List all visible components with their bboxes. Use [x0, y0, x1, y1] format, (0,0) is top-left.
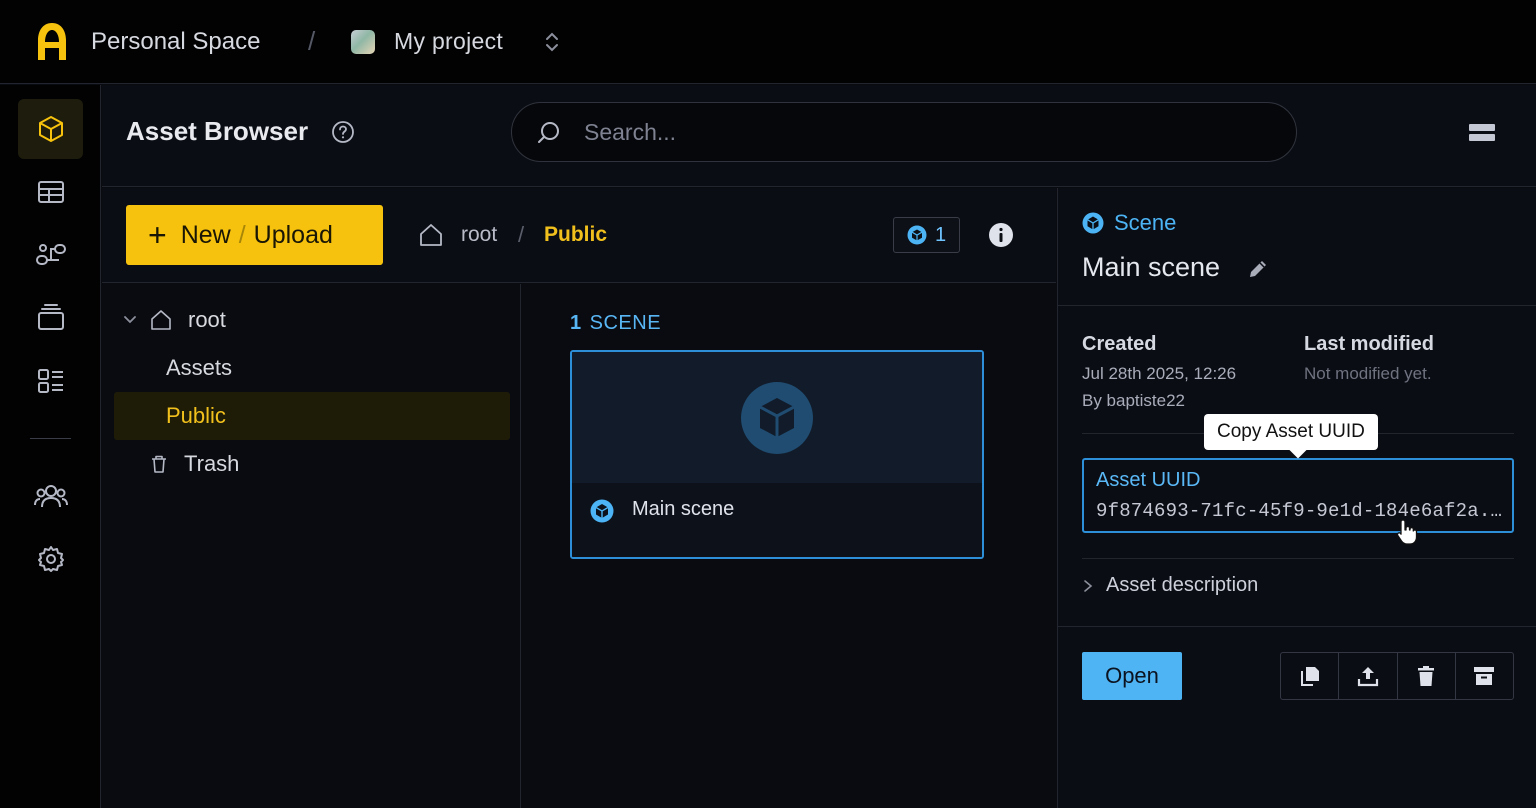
- nav-settings[interactable]: [18, 529, 83, 589]
- gear-icon: [37, 546, 64, 572]
- scene-icon: [741, 381, 813, 454]
- nav-assets[interactable]: [18, 99, 83, 159]
- users-icon: [33, 485, 68, 508]
- delete-button[interactable]: [1398, 653, 1456, 699]
- asset-type-label: Scene: [1114, 210, 1177, 235]
- archive-icon: [1474, 667, 1495, 685]
- asset-title: Main scene: [1082, 252, 1221, 282]
- asset-type: Scene: [1082, 210, 1176, 236]
- tree-item-label: Trash: [184, 451, 240, 476]
- duplicate-button[interactable]: [1281, 653, 1340, 699]
- modified-value: Not modified yet.: [1304, 364, 1432, 383]
- scene-icon: [590, 499, 614, 523]
- nav-collections[interactable]: [18, 288, 83, 348]
- search-bar: [511, 102, 1297, 162]
- open-button[interactable]: Open: [1082, 652, 1182, 700]
- archive-button[interactable]: [1456, 653, 1513, 699]
- created-date: Jul 28th 2025, 12:26: [1082, 364, 1237, 383]
- nav-tables[interactable]: [18, 162, 83, 222]
- tree-item-public[interactable]: Public: [114, 392, 510, 440]
- app-logo-icon[interactable]: [30, 20, 74, 64]
- section-label: SCENE: [589, 312, 662, 334]
- top-bar: Personal Space / My project: [0, 0, 1536, 84]
- scene-icon: [907, 225, 927, 245]
- uuid-label: Asset UUID: [1096, 469, 1201, 491]
- chevron-up-down-icon[interactable]: [542, 30, 562, 54]
- tree-item-assets[interactable]: Assets: [166, 344, 232, 392]
- rail-divider: [30, 438, 71, 439]
- asset-card-name: Main scene: [632, 498, 735, 520]
- home-icon[interactable]: [418, 222, 444, 248]
- upload-label: Upload: [253, 220, 333, 249]
- breadcrumb-current: Public: [544, 223, 608, 246]
- help-icon[interactable]: [331, 120, 355, 144]
- new-upload-button[interactable]: + New / Upload: [126, 205, 383, 265]
- panel-divider: [1058, 305, 1536, 306]
- asset-card-main-scene[interactable]: Main scene: [570, 350, 984, 559]
- page-title: Asset Browser: [126, 116, 309, 146]
- created-label: Created: [1082, 333, 1157, 355]
- export-button[interactable]: [1339, 653, 1398, 699]
- project-name[interactable]: My project: [394, 28, 503, 55]
- asset-description-toggle[interactable]: Asset description: [1082, 574, 1258, 597]
- asset-toolbar: + New / Upload root / Public 1: [102, 188, 1056, 283]
- page-header: Asset Browser: [102, 85, 1536, 187]
- copy-icon: [1300, 667, 1319, 686]
- trash-icon: [1418, 666, 1435, 686]
- nav-members[interactable]: [18, 466, 83, 526]
- scene-icon: [1082, 212, 1104, 234]
- tree-item-label: Assets: [166, 355, 233, 380]
- search-input[interactable]: [584, 115, 1274, 149]
- project-thumbnail: [351, 30, 375, 54]
- cube-icon: [38, 116, 63, 142]
- asset-actions: [1280, 652, 1514, 700]
- stack-icon: [37, 304, 64, 330]
- hand-cursor-icon: [1396, 519, 1418, 545]
- asset-card-thumbnail: [572, 352, 982, 483]
- tree-item-label: root: [188, 307, 226, 332]
- grid-icon: [37, 369, 63, 393]
- modified-label: Last modified: [1304, 333, 1435, 355]
- asset-details-panel: Scene Main scene Created Jul 28th 2025, …: [1057, 188, 1536, 808]
- created-by: By baptiste22: [1082, 391, 1186, 410]
- tree-item-root[interactable]: root: [122, 296, 226, 344]
- asset-uuid-field[interactable]: Asset UUID 9f874693-71fc-45f9-9e1d-184e6…: [1082, 458, 1514, 533]
- scene-count: 1: [934, 223, 947, 246]
- topbar-separator: /: [308, 26, 316, 56]
- nav-rail: [0, 85, 101, 808]
- new-upload-separator: /: [238, 220, 246, 249]
- search-icon: [538, 122, 559, 143]
- chevron-down-icon[interactable]: [122, 312, 138, 328]
- asset-grid: 1 SCENE Main scene: [522, 284, 1056, 808]
- home-icon: [151, 310, 171, 330]
- tree-item-trash[interactable]: Trash: [150, 440, 239, 488]
- copy-uuid-tooltip: Copy Asset UUID: [1204, 414, 1378, 450]
- layout-toggle-icon[interactable]: [1468, 121, 1496, 145]
- panel-divider: [1058, 626, 1536, 627]
- asset-card-footer: Main scene: [572, 483, 982, 557]
- nav-pipelines[interactable]: [18, 225, 83, 285]
- nav-dashboard[interactable]: [18, 351, 83, 411]
- tree-item-label: Public: [166, 403, 226, 428]
- workspace-name[interactable]: Personal Space: [91, 28, 260, 56]
- breadcrumb-root[interactable]: root: [461, 223, 497, 247]
- panel-divider: [1082, 558, 1514, 559]
- table-icon: [37, 181, 64, 203]
- section-header: 1 SCENE: [570, 312, 661, 335]
- breadcrumb-separator: /: [518, 222, 525, 247]
- scene-count-badge[interactable]: 1: [893, 217, 960, 253]
- info-icon[interactable]: [988, 222, 1014, 248]
- trash-icon: [152, 455, 166, 473]
- folder-tree: root Assets Public Trash: [102, 284, 521, 808]
- upload-icon: [1357, 667, 1378, 687]
- asset-description-label: Asset description: [1106, 574, 1259, 596]
- plus-icon: +: [148, 217, 167, 253]
- nodes-icon: [35, 244, 66, 265]
- pencil-icon[interactable]: [1246, 257, 1270, 281]
- chevron-right-icon: [1084, 579, 1093, 592]
- new-label: New: [180, 220, 231, 249]
- section-count: 1: [570, 312, 582, 334]
- uuid-value: 9f874693-71fc-45f9-9e1d-184e6af2a...: [1096, 500, 1504, 522]
